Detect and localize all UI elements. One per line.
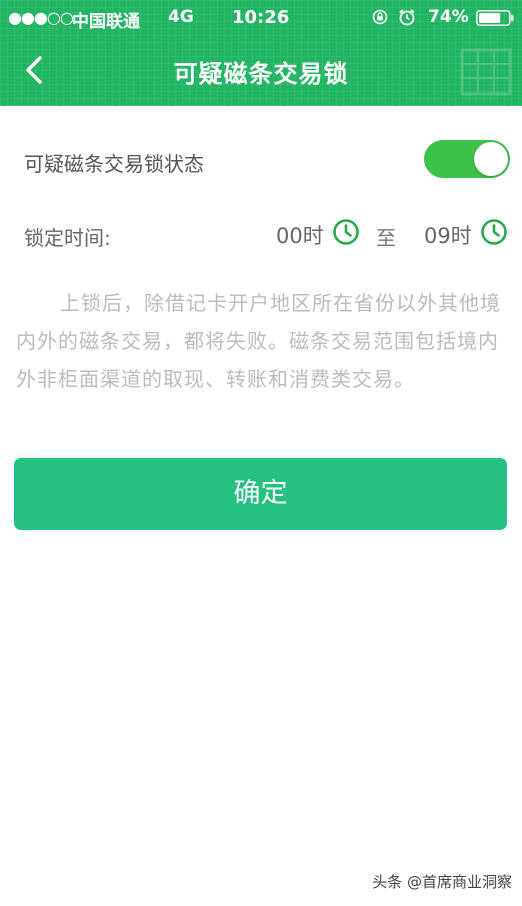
lock-status-row: 可疑磁条交易锁状态 — [0, 120, 522, 200]
battery-icon — [476, 10, 514, 26]
confirm-button[interactable]: 确定 — [14, 458, 507, 530]
page-title: 可疑磁条交易锁 — [173, 60, 349, 88]
network-type: 4G — [168, 7, 194, 27]
battery-percent: 74% — [428, 7, 469, 27]
status-bar: ●●●○○ 中国联通 4G 10:26 74% — [0, 0, 522, 34]
time-separator: 至 — [376, 226, 396, 250]
status-time: 10:26 — [232, 7, 290, 28]
decorative-pattern-icon — [460, 48, 512, 96]
alarm-icon — [399, 9, 415, 26]
lock-status-label: 可疑磁条交易锁状态 — [24, 152, 204, 176]
carrier-name: 中国联通 — [72, 12, 140, 32]
start-time-value[interactable]: 00时 — [276, 220, 324, 250]
lock-time-label: 锁定时间: — [24, 226, 111, 250]
lock-status-toggle[interactable] — [424, 140, 510, 178]
rotation-lock-icon — [372, 9, 388, 25]
start-clock-icon[interactable] — [332, 218, 360, 246]
nav-bar: 可疑磁条交易锁 — [0, 36, 522, 106]
end-time-value[interactable]: 09时 — [424, 220, 472, 250]
toggle-knob — [474, 142, 508, 176]
end-clock-icon[interactable] — [480, 218, 508, 246]
watermark: 头条 @首席商业洞察 — [372, 873, 512, 891]
lock-description: 上锁后，除借记卡开户地区所在省份以外其他境内外的磁条交易，都将失败。磁条交易范围… — [16, 291, 501, 391]
lock-time-row: 锁定时间: 00时 至 09时 — [0, 200, 522, 264]
signal-strength: ●●●○○ — [8, 8, 74, 27]
app-header: ●●●○○ 中国联通 4G 10:26 74% 可疑磁条交易锁 — [0, 0, 522, 106]
